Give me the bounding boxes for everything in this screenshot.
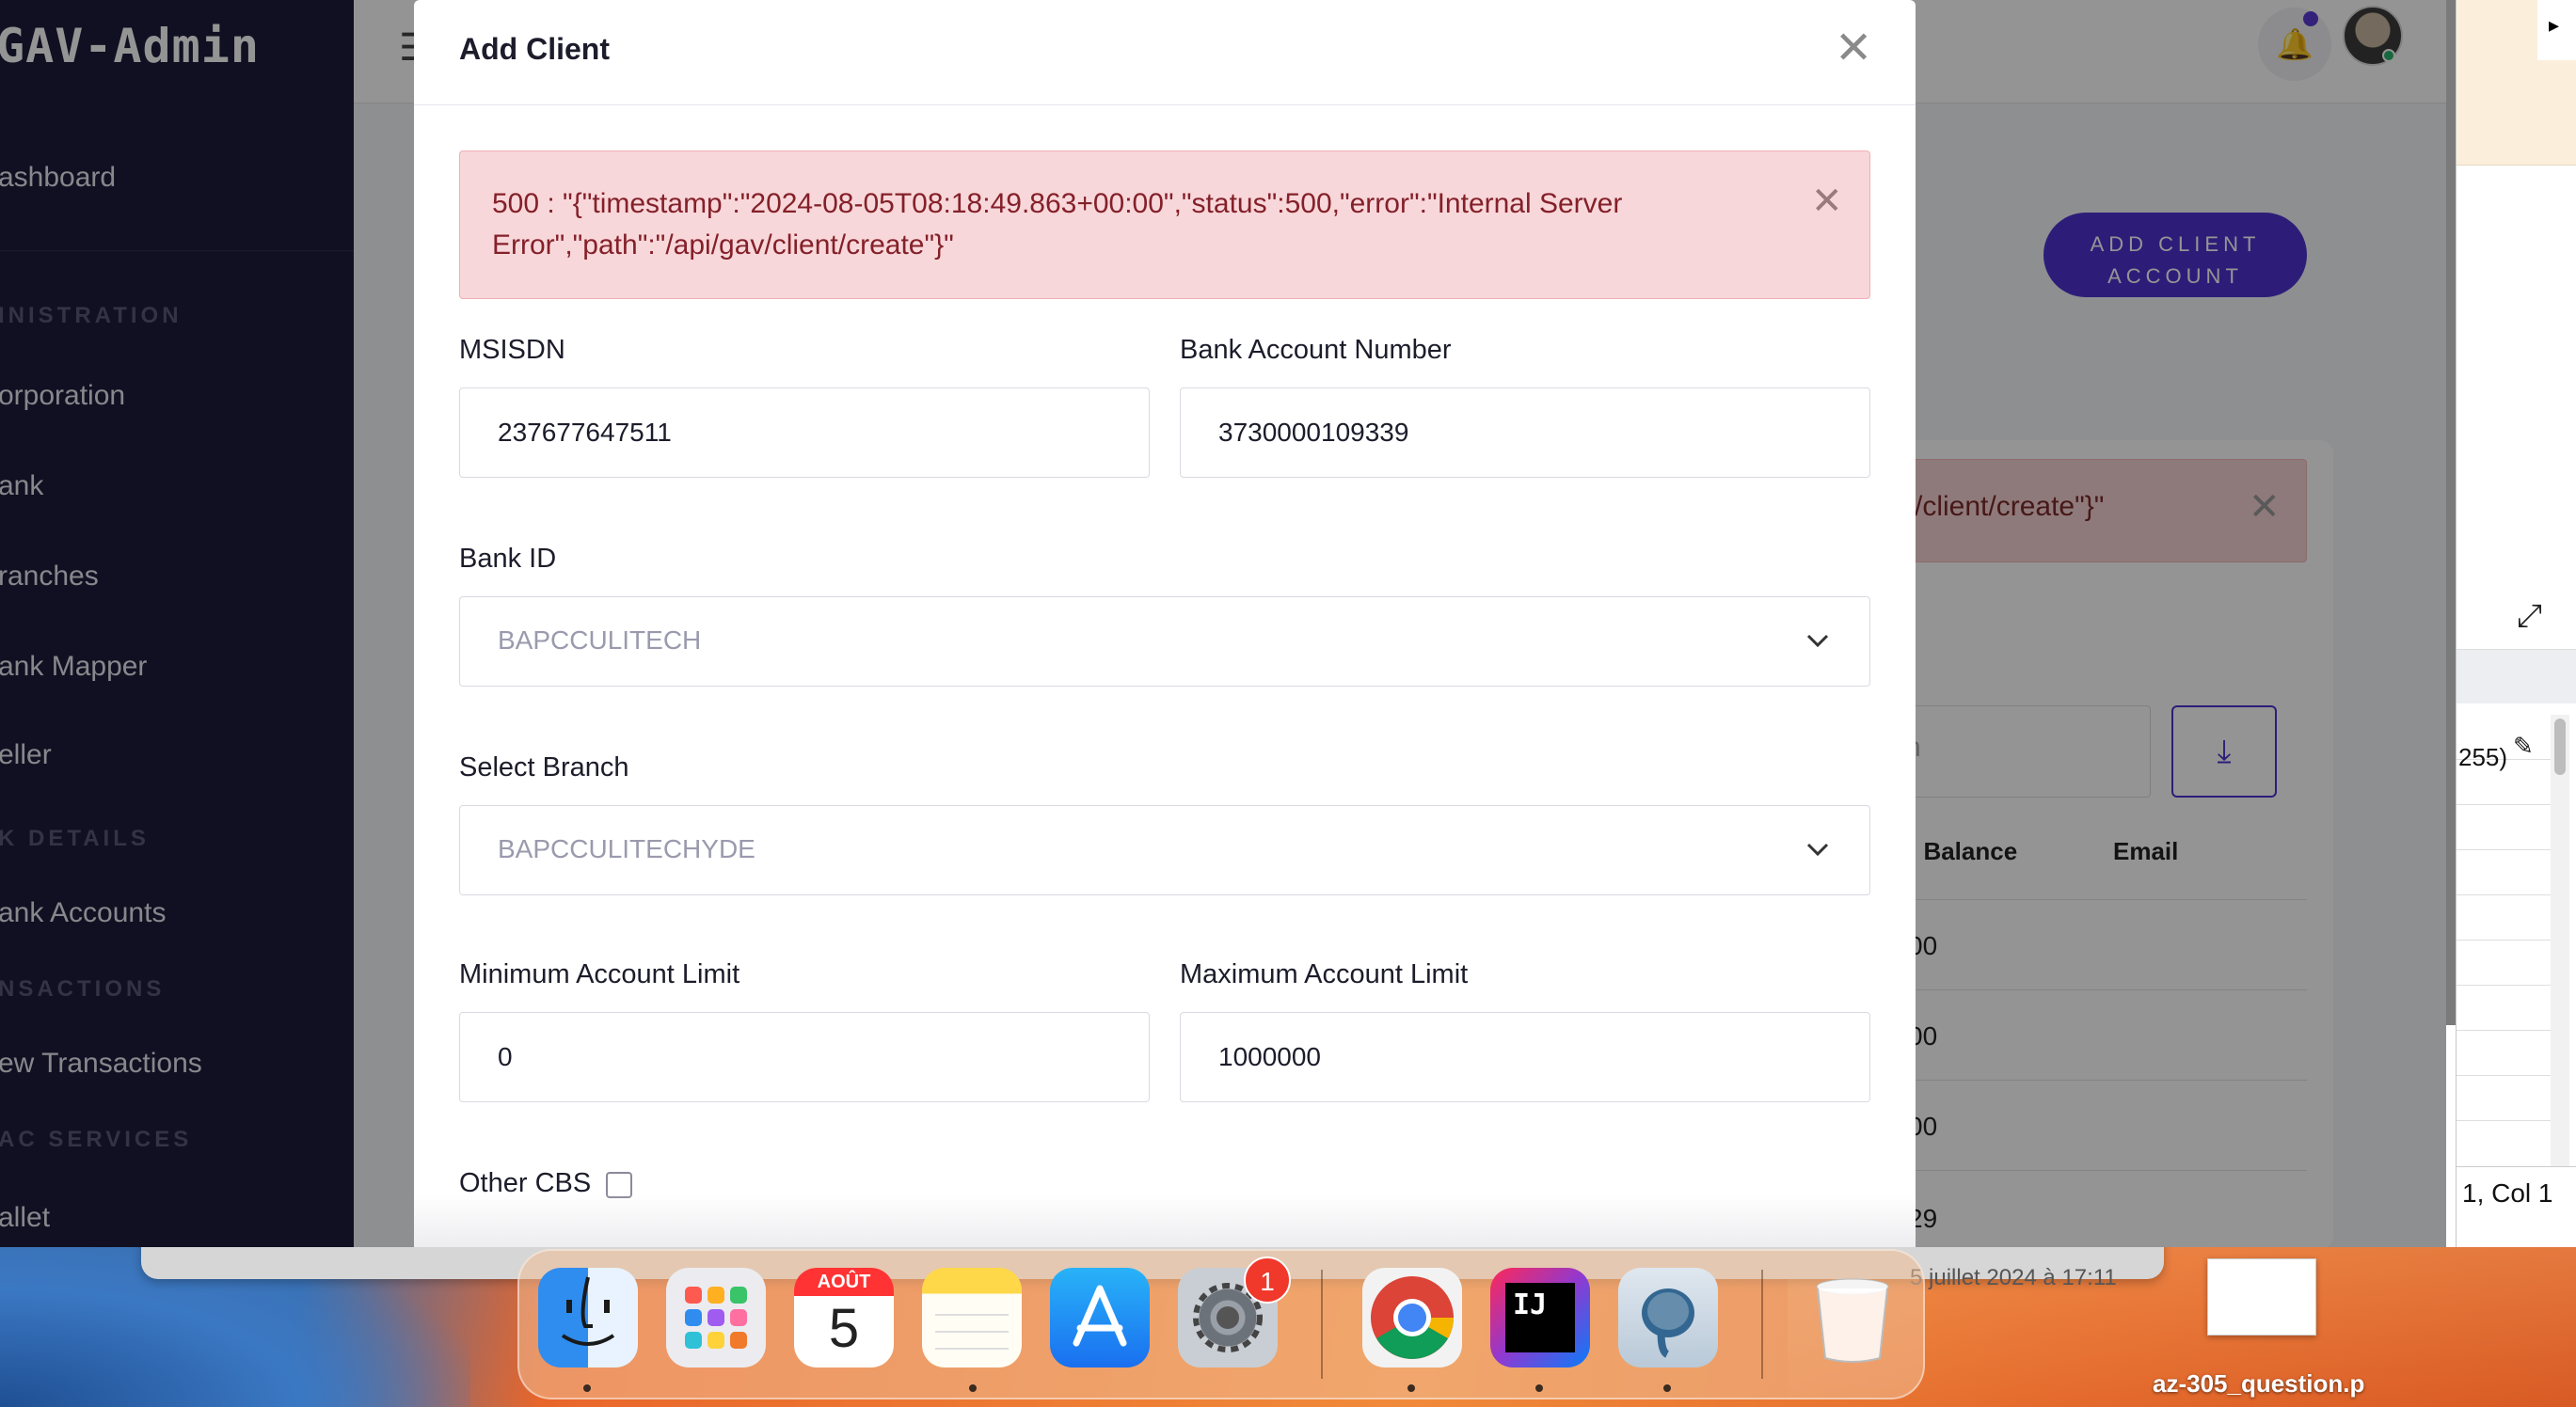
modal-header: Add Client ✕	[414, 0, 1916, 105]
notes-icon[interactable]	[922, 1268, 1022, 1367]
elephant-icon	[1642, 1288, 1694, 1358]
finder-running-dot	[583, 1384, 591, 1392]
select-branch-label: Select Branch	[459, 752, 629, 783]
close-icon[interactable]: ✕	[1835, 26, 1872, 71]
pgadmin-running-dot	[1663, 1384, 1671, 1392]
maximum-account-limit-input[interactable]	[1180, 1012, 1870, 1102]
cursor-position: 1, Col 1	[2462, 1178, 2553, 1208]
bank-id-label: Bank ID	[459, 544, 557, 574]
pencil-icon[interactable]: ✎	[2513, 732, 2534, 761]
app-store-icon[interactable]	[1050, 1268, 1150, 1367]
side-window-scrollbar[interactable]	[2551, 715, 2569, 1166]
side-window-header: ▸	[2457, 0, 2576, 166]
cursor-icon: ▸	[2549, 13, 2560, 37]
calendar-icon[interactable]: AOÛT 5	[794, 1268, 894, 1367]
bank-id-value: BAPCCULITECH	[498, 625, 702, 655]
error-alert: 500 : "{"timestamp":"2024-08-05T08:18:49…	[459, 150, 1870, 299]
finder-icon[interactable]	[538, 1268, 638, 1367]
close-icon[interactable]: ✕	[1811, 180, 1843, 223]
intellij-label: IJ	[1505, 1283, 1575, 1352]
desktop-file-label[interactable]: az-305_question.p	[2153, 1369, 2364, 1399]
launchpad-icon[interactable]	[666, 1268, 766, 1367]
add-client-modal: Add Client ✕ 500 : "{"timestamp":"2024-0…	[414, 0, 1916, 1247]
side-window-topbar: ▸	[2537, 0, 2576, 60]
app-scrollbar[interactable]	[2446, 0, 2456, 1247]
minimum-account-limit-input[interactable]	[459, 1012, 1150, 1102]
chevron-down-icon	[1806, 634, 1829, 648]
calendar-day: 5	[828, 1298, 860, 1359]
branch-select[interactable]: BAPCCULITECHYDE	[459, 805, 1870, 895]
error-message: 500 : "{"timestamp":"2024-08-05T08:18:49…	[492, 188, 1623, 261]
side-editor-window[interactable]: ▸ ⤢ 255) ✎ 1, Col 1	[2456, 0, 2576, 1247]
notes-running-dot	[969, 1384, 977, 1392]
pgadmin-icon[interactable]	[1618, 1268, 1718, 1367]
minimum-account-limit-label: Minimum Account Limit	[459, 959, 740, 989]
bank-id-select[interactable]: BAPCCULITECH	[459, 596, 1870, 687]
msisdn-label: MSISDN	[459, 335, 565, 365]
finder-face-icon	[561, 1276, 615, 1346]
chrome-icon[interactable]	[1362, 1268, 1462, 1367]
modal-title: Add Client	[459, 32, 610, 66]
admin-app: GAV-Admin ashboard INISTRATION orporatio…	[0, 0, 2446, 1247]
intellij-icon[interactable]: IJ	[1490, 1268, 1590, 1367]
notification-badge: 1	[1244, 1257, 1291, 1304]
trash-icon[interactable]	[1803, 1268, 1902, 1367]
dock-separator	[1321, 1270, 1323, 1379]
modal-fade	[414, 1194, 1916, 1247]
bank-account-number-label: Bank Account Number	[1180, 335, 1452, 365]
intellij-running-dot	[1535, 1384, 1543, 1392]
side-window-statusbar: 1, Col 1	[2457, 1166, 2576, 1219]
side-window-cell: 255)	[2458, 743, 2508, 771]
side-window-grid	[2457, 715, 2560, 1157]
notes-lines-icon	[935, 1314, 1009, 1350]
expand-icon[interactable]: ⤢	[2517, 598, 2542, 635]
chrome-running-dot	[1407, 1384, 1415, 1392]
trash-can-icon	[1816, 1278, 1889, 1363]
side-window-toolbar	[2457, 649, 2576, 704]
document-thumbnail[interactable]	[2207, 1258, 2316, 1336]
dock-separator	[1761, 1270, 1763, 1379]
branch-value: BAPCCULITECHYDE	[498, 834, 755, 863]
bank-account-number-input[interactable]	[1180, 387, 1870, 478]
chevron-down-icon	[1806, 843, 1829, 857]
chrome-logo-icon	[1371, 1276, 1454, 1359]
maximum-account-limit-label: Maximum Account Limit	[1180, 959, 1469, 989]
calendar-month: AOÛT	[794, 1268, 894, 1296]
background-window-date: 5 juillet 2024 à 17:11	[1910, 1265, 2117, 1290]
msisdn-input[interactable]	[459, 387, 1150, 478]
app-store-a-icon	[1073, 1285, 1127, 1347]
app-grid-icon	[685, 1287, 747, 1349]
